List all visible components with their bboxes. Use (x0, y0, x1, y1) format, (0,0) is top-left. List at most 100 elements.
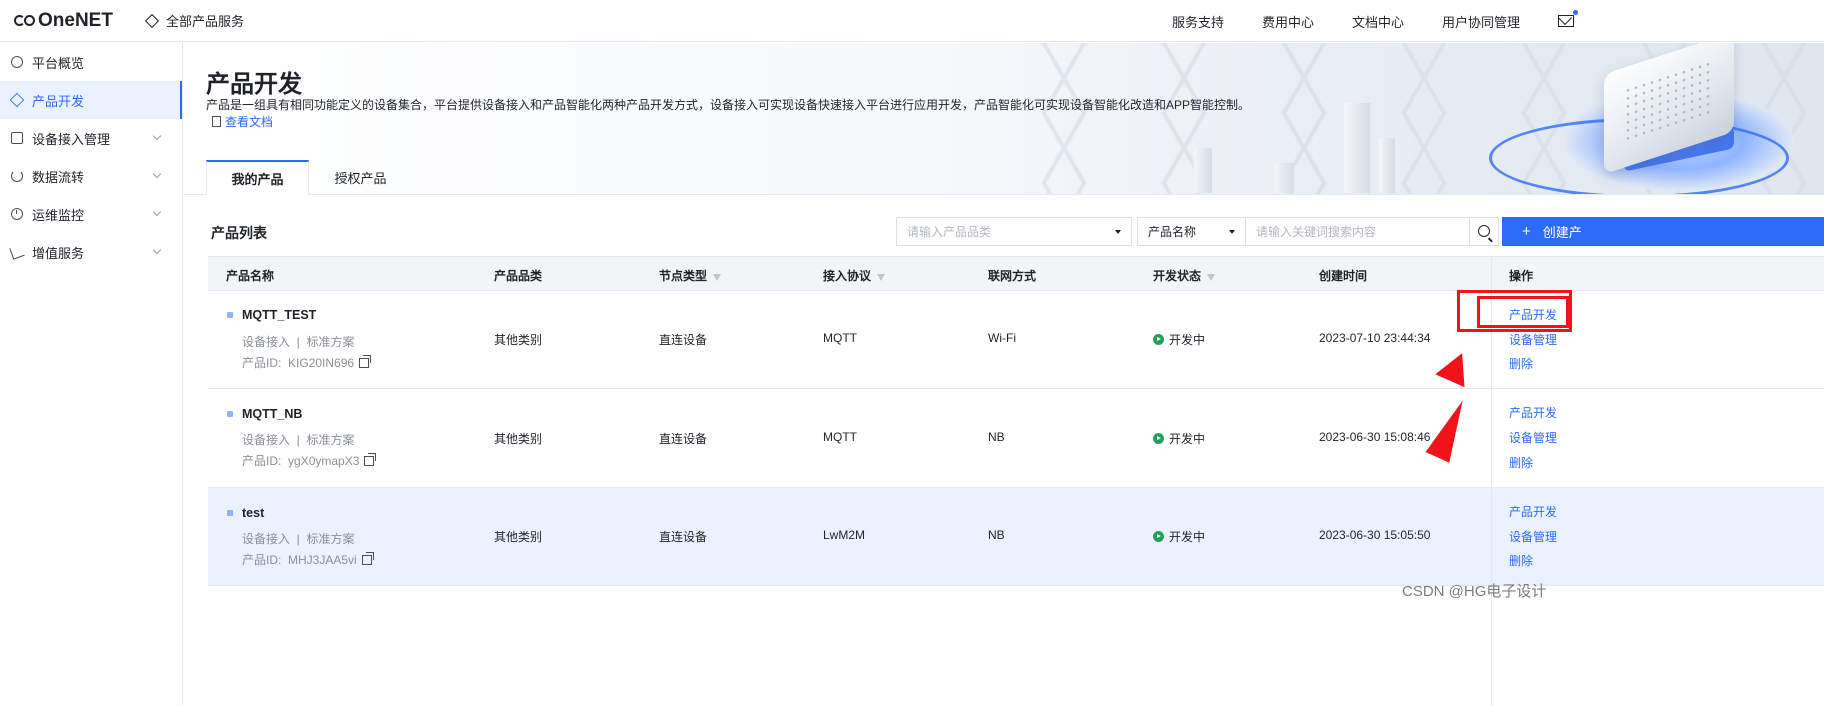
node-type-cell: 直连设备 (659, 530, 708, 544)
col-protocol[interactable]: 接入协议 (823, 267, 886, 284)
filter-icon[interactable] (1207, 274, 1216, 281)
product-dev-link[interactable]: 产品开发 (1509, 503, 1557, 520)
delete-link[interactable]: 删除 (1509, 454, 1533, 471)
copy-icon[interactable] (364, 453, 377, 466)
sidebar-item-overview[interactable]: 平台概览 (0, 43, 182, 81)
created-time-cell: 2023-06-30 15:05:50 (1319, 528, 1431, 542)
status-cell: 开发中 (1153, 331, 1205, 348)
product-access-meta: 设备接入 | 标准方案 (242, 532, 355, 546)
created-time-cell: 2023-07-10 23:44:34 (1319, 331, 1431, 345)
product-id-label: 产品ID: (242, 553, 282, 567)
nav-doc-center[interactable]: 文档中心 (1352, 12, 1404, 31)
tab-my-products[interactable]: 我的产品 (206, 160, 309, 195)
all-services-menu[interactable]: 全部产品服务 (144, 11, 244, 30)
product-id: 产品ID: MHJ3JAA5vi (242, 551, 374, 568)
category-cell: 其他类别 (494, 530, 543, 544)
created-time-cell: 2023-06-30 15:08:46 (1319, 430, 1431, 444)
sidebar-item-monitoring[interactable]: 运维监控 (0, 195, 182, 233)
device-manage-link[interactable]: 设备管理 (1509, 528, 1557, 545)
protocol-cell: LwM2M (823, 528, 866, 542)
col-product-name: 产品名称 (226, 269, 275, 283)
product-access-meta: 设备接入 | 标准方案 (242, 433, 355, 447)
search-button[interactable] (1469, 217, 1499, 246)
table-header: 产品名称 产品品类 节点类型 接入协议 联网方式 开发状态 创建时间 操作 (208, 256, 1824, 291)
scheme-type: 标准方案 (306, 433, 355, 447)
product-name[interactable]: MQTT_TEST (242, 308, 316, 322)
chevron-down-icon (152, 245, 162, 255)
building-decoration (1379, 138, 1395, 193)
search-input[interactable]: 请输入关键词搜索内容 (1245, 217, 1470, 246)
caret-down-icon (1115, 230, 1121, 234)
category-placeholder: 请输入产品品类 (907, 225, 992, 239)
filter-icon[interactable] (877, 274, 886, 281)
sidebar-item-label: 设备接入管理 (32, 131, 111, 147)
view-doc-link[interactable]: 查看文档 (225, 115, 273, 129)
top-bar: OneNET 全部产品服务 服务支持 费用中心 文档中心 用户协同管理 (0, 0, 1824, 42)
onenet-logo[interactable]: OneNET (14, 10, 113, 32)
copy-icon[interactable] (359, 355, 372, 368)
sidebar-item-data-flow[interactable]: 数据流转 (0, 157, 182, 195)
product-tabs: 我的产品 授权产品 (206, 160, 412, 195)
value-icon (9, 244, 25, 260)
overview-icon (11, 56, 23, 68)
annotation-highlight-box (1477, 296, 1569, 328)
product-name[interactable]: test (242, 506, 264, 520)
product-id-label: 产品ID: (242, 356, 282, 370)
search-icon (1478, 225, 1490, 237)
field-select-value: 产品名称 (1148, 225, 1197, 239)
delete-link[interactable]: 删除 (1509, 355, 1533, 372)
tab-authorized-products[interactable]: 授权产品 (309, 160, 412, 195)
table-row: MQTT_NB 设备接入 | 标准方案 产品ID: ygX0ymapX3 其他类… (208, 390, 1824, 488)
mail-icon[interactable] (1558, 10, 1578, 27)
sidebar-item-product-dev[interactable]: 产品开发 (0, 81, 182, 119)
col-dev-status[interactable]: 开发状态 (1153, 267, 1216, 284)
product-id-value: ygX0ymapX3 (288, 454, 360, 468)
chevron-down-icon (152, 207, 162, 217)
filter-icon[interactable] (713, 274, 722, 281)
all-services-label: 全部产品服务 (165, 14, 244, 29)
category-select[interactable]: 请输入产品品类 (896, 217, 1132, 246)
product-id: 产品ID: ygX0ymapX3 (242, 452, 377, 469)
table-row: test 设备接入 | 标准方案 产品ID: MHJ3JAA5vi 其他类别 直… (208, 488, 1824, 586)
monitor-icon (11, 208, 23, 220)
scheme-type: 标准方案 (306, 532, 355, 546)
product-icon (9, 92, 25, 108)
col-node-type-label: 节点类型 (659, 269, 708, 283)
status-cell: 开发中 (1153, 528, 1205, 545)
sidebar-item-label: 运维监控 (32, 207, 85, 223)
product-dev-link[interactable]: 产品开发 (1509, 404, 1557, 421)
protocol-cell: MQTT (823, 331, 857, 345)
delete-link[interactable]: 删除 (1509, 552, 1533, 569)
logo-icon (14, 15, 35, 26)
device-manage-link[interactable]: 设备管理 (1509, 331, 1557, 348)
building-decoration (1274, 163, 1294, 193)
copy-icon[interactable] (361, 552, 374, 565)
col-actions: 操作 (1509, 269, 1534, 283)
product-id-label: 产品ID: (242, 454, 282, 468)
sidebar: 平台概览 产品开发 设备接入管理 数据流转 运维监控 增值服务 (0, 43, 183, 705)
col-node-type[interactable]: 节点类型 (659, 267, 722, 284)
nav-service-support[interactable]: 服务支持 (1172, 12, 1224, 31)
device-manage-link[interactable]: 设备管理 (1509, 429, 1557, 446)
page-description: 产品是一组具有相同功能定义的设备集合，平台提供设备接入和产品智能化两种产品开发方… (206, 97, 1256, 131)
watermark: CSDN @HG电子设计 (1402, 583, 1547, 600)
product-id: 产品ID: KIG20IN696 (242, 354, 372, 371)
sidebar-item-value-added[interactable]: 增值服务 (0, 233, 182, 271)
nav-user-collab[interactable]: 用户协同管理 (1442, 12, 1520, 31)
building-decoration (1194, 148, 1212, 193)
network-cell: Wi-Fi (988, 331, 1016, 345)
page-title: 产品开发 (206, 71, 302, 98)
node-type-cell: 直连设备 (659, 432, 708, 446)
plus-icon: + (1522, 223, 1531, 240)
caret-down-icon (1229, 230, 1235, 234)
product-icon (227, 411, 233, 417)
product-name[interactable]: MQTT_NB (242, 407, 302, 421)
sidebar-item-label: 增值服务 (32, 245, 85, 261)
product-access-meta: 设备接入 | 标准方案 (242, 335, 355, 349)
sidebar-item-label: 平台概览 (32, 55, 85, 71)
field-select[interactable]: 产品名称 (1137, 217, 1246, 246)
sidebar-item-device-access[interactable]: 设备接入管理 (0, 119, 182, 157)
create-product-button[interactable]: + 创建产 (1502, 217, 1824, 246)
protocol-cell: MQTT (823, 430, 857, 444)
nav-billing-center[interactable]: 费用中心 (1262, 12, 1314, 31)
